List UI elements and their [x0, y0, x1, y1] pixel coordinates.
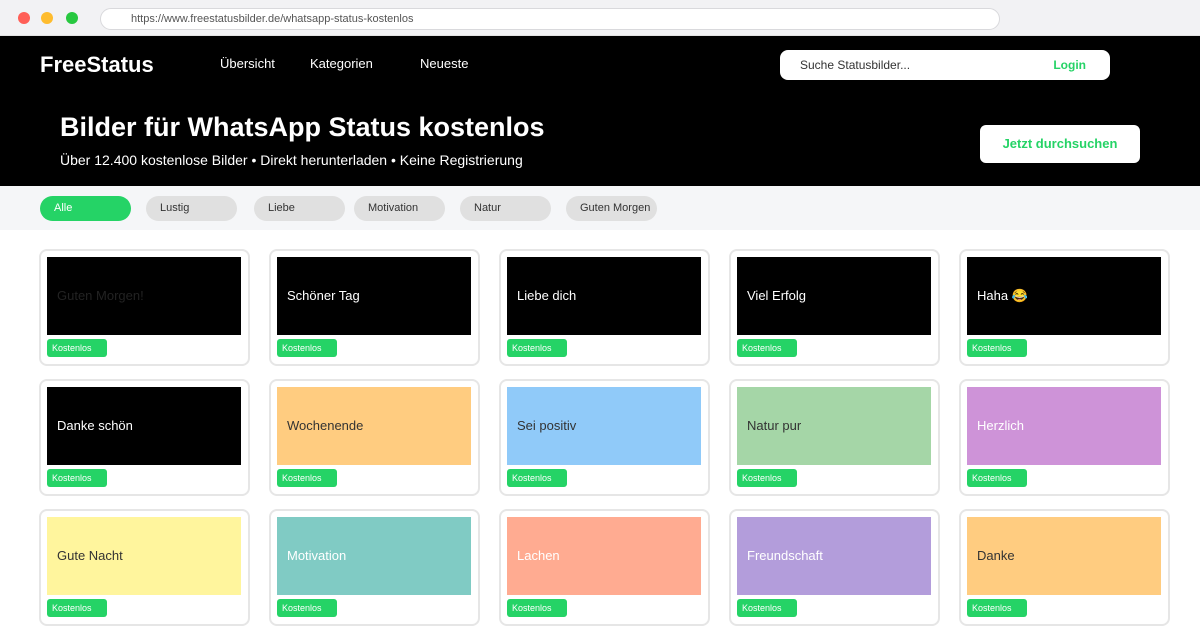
status-card[interactable]: Schöner Tag Kostenlos: [269, 249, 480, 366]
free-badge: Kostenlos: [737, 339, 797, 357]
free-badge: Kostenlos: [967, 339, 1027, 357]
free-badge: Kostenlos: [507, 339, 567, 357]
status-card[interactable]: Natur pur Kostenlos: [729, 379, 940, 496]
status-card[interactable]: Sei positiv Kostenlos: [499, 379, 710, 496]
status-card[interactable]: Herzlich Kostenlos: [959, 379, 1170, 496]
free-badge: Kostenlos: [47, 599, 107, 617]
search-input[interactable]: [780, 50, 1030, 80]
free-badge: Kostenlos: [507, 599, 567, 617]
free-badge: Kostenlos: [47, 339, 107, 357]
category-filter-bar: Alle Lustig Liebe Motivation Natur Guten…: [0, 186, 1200, 230]
free-badge: Kostenlos: [277, 469, 337, 487]
filter-chip-guten-morgen[interactable]: Guten Morgen: [566, 196, 657, 221]
status-card[interactable]: Lachen Kostenlos: [499, 509, 710, 626]
free-badge: Kostenlos: [507, 469, 567, 487]
search-box: Login: [780, 50, 1110, 80]
status-image[interactable]: Danke schön: [47, 387, 241, 465]
status-image[interactable]: Motivation: [277, 517, 471, 595]
browser-chrome: https://www.freestatusbilder.de/whatsapp…: [0, 0, 1200, 36]
site-logo[interactable]: FreeStatus: [40, 52, 154, 78]
status-image[interactable]: Natur pur: [737, 387, 931, 465]
status-image[interactable]: Liebe dich: [507, 257, 701, 335]
nav-link-kategorien[interactable]: Kategorien: [310, 56, 373, 71]
free-badge: Kostenlos: [47, 469, 107, 487]
status-image[interactable]: Haha 😂: [967, 257, 1161, 335]
status-image[interactable]: Freundschaft: [737, 517, 931, 595]
page-subtitle: Über 12.400 kostenlose Bilder • Direkt h…: [60, 152, 523, 168]
browse-button[interactable]: Jetzt durchsuchen: [980, 125, 1140, 163]
status-image[interactable]: Viel Erfolg: [737, 257, 931, 335]
filter-chip-motivation[interactable]: Motivation: [354, 196, 445, 221]
status-card[interactable]: Viel Erfolg Kostenlos: [729, 249, 940, 366]
site-header: FreeStatus Übersicht Kategorien Neueste …: [0, 36, 1200, 186]
maximize-window-button[interactable]: [66, 12, 78, 24]
status-card[interactable]: Guten Morgen! Kostenlos: [39, 249, 250, 366]
status-card[interactable]: Motivation Kostenlos: [269, 509, 480, 626]
free-badge: Kostenlos: [737, 469, 797, 487]
close-window-button[interactable]: [18, 12, 30, 24]
filter-chip-natur[interactable]: Natur: [460, 196, 551, 221]
minimize-window-button[interactable]: [41, 12, 53, 24]
free-badge: Kostenlos: [967, 469, 1027, 487]
status-card[interactable]: Gute Nacht Kostenlos: [39, 509, 250, 626]
status-image[interactable]: Gute Nacht: [47, 517, 241, 595]
login-button[interactable]: Login: [1053, 58, 1086, 72]
status-image[interactable]: Guten Morgen!: [47, 257, 241, 335]
nav-link-neueste[interactable]: Neueste: [420, 56, 468, 71]
free-badge: Kostenlos: [967, 599, 1027, 617]
status-card[interactable]: Wochenende Kostenlos: [269, 379, 480, 496]
page-title: Bilder für WhatsApp Status kostenlos: [60, 112, 545, 142]
free-badge: Kostenlos: [737, 599, 797, 617]
status-image[interactable]: Lachen: [507, 517, 701, 595]
filter-chip-lustig[interactable]: Lustig: [146, 196, 237, 221]
free-badge: Kostenlos: [277, 339, 337, 357]
address-bar[interactable]: https://www.freestatusbilder.de/whatsapp…: [100, 8, 1000, 30]
filter-chip-liebe[interactable]: Liebe: [254, 196, 345, 221]
nav-link-uebersicht[interactable]: Übersicht: [220, 56, 275, 71]
status-card[interactable]: Haha 😂 Kostenlos: [959, 249, 1170, 366]
status-card[interactable]: Liebe dich Kostenlos: [499, 249, 710, 366]
status-image[interactable]: Wochenende: [277, 387, 471, 465]
status-image[interactable]: Danke: [967, 517, 1161, 595]
status-image[interactable]: Sei positiv: [507, 387, 701, 465]
status-card[interactable]: Danke schön Kostenlos: [39, 379, 250, 496]
filter-chip-alle[interactable]: Alle: [40, 196, 131, 221]
status-card[interactable]: Freundschaft Kostenlos: [729, 509, 940, 626]
free-badge: Kostenlos: [277, 599, 337, 617]
status-image[interactable]: Herzlich: [967, 387, 1161, 465]
status-card[interactable]: Danke Kostenlos: [959, 509, 1170, 626]
status-image[interactable]: Schöner Tag: [277, 257, 471, 335]
